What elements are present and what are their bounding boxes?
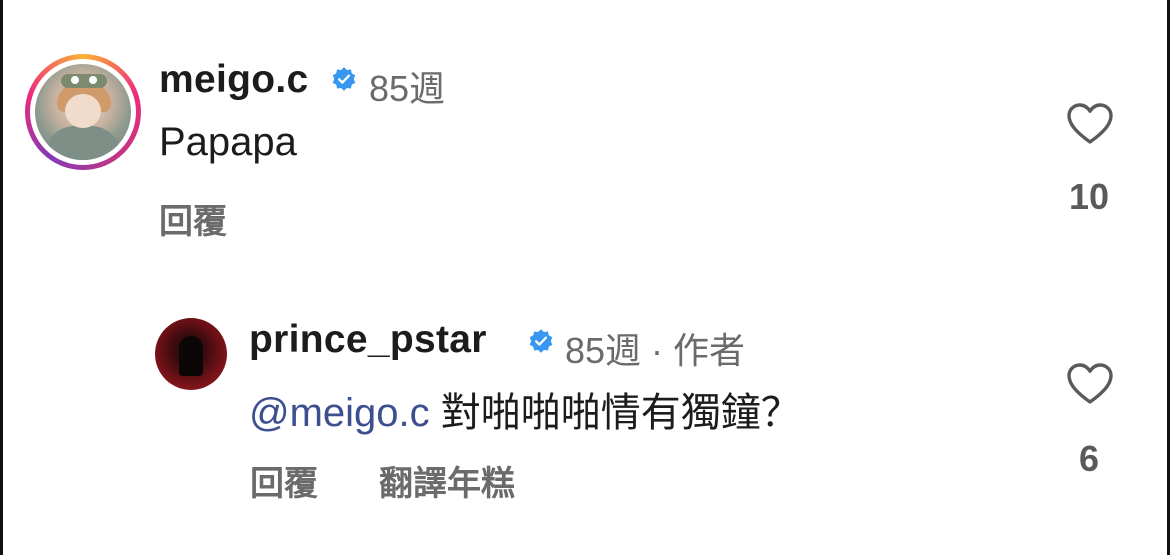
mention-link[interactable]: @meigo.c (249, 391, 430, 435)
like-count: 10 (1068, 176, 1110, 217)
username[interactable]: prince_pstar (249, 318, 487, 362)
translate-button[interactable]: 翻譯年糕 (379, 456, 515, 505)
reply-button[interactable]: 回覆 (250, 456, 318, 505)
like-count: 6 (1078, 438, 1100, 479)
comment-text: Papapa (159, 120, 297, 164)
verified-badge-icon (332, 67, 356, 91)
heart-icon[interactable] (1066, 362, 1114, 406)
heart-icon[interactable] (1066, 102, 1114, 146)
timestamp: 85週 (369, 68, 446, 109)
avatar[interactable] (155, 318, 227, 390)
comment-text-body: 對啪啪啪情有獨鐘？ (429, 391, 801, 435)
timestamp-and-author-label: 85週 · 作者 (565, 330, 746, 371)
verified-badge-icon (529, 329, 553, 353)
reply-button[interactable]: 回覆 (159, 194, 227, 243)
avatar[interactable] (25, 54, 141, 170)
comment-text: @meigo.c 對啪啪啪情有獨鐘？ (249, 380, 801, 438)
comment-thread: meigo.c 85週 Papapa 回覆 10 prince_pstar 85… (0, 0, 1170, 555)
username[interactable]: meigo.c (159, 58, 308, 102)
reply-comment: prince_pstar 85週 · 作者 @meigo.c 對啪啪啪情有獨鐘？… (3, 300, 1167, 540)
comment: meigo.c 85週 Papapa 回覆 10 (3, 0, 1167, 280)
